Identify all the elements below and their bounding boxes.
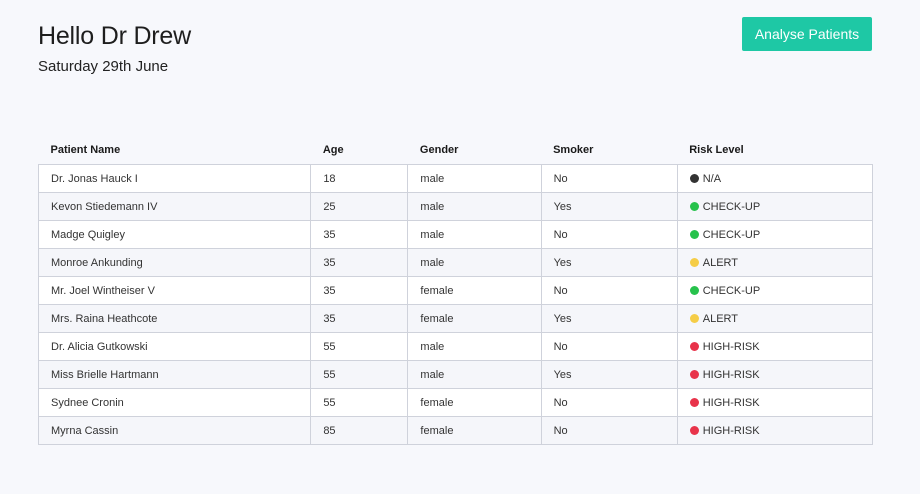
table-body: Dr. Jonas Hauck I 18 male No N/A Kevon Stiede…	[37, 164, 874, 445]
column-header-risk-level: Risk Level	[689, 144, 744, 156]
patient-name-cell: Madge Quigley	[37, 220, 312, 249]
risk-level-label: N/A	[702, 172, 722, 185]
patient-name-cell: Mr. Joel Wintheiser V	[37, 276, 312, 305]
risk-dot-icon	[689, 229, 699, 239]
patient-name-cell: Miss Brielle Hartmann	[37, 360, 312, 389]
smoker-cell: No	[540, 332, 678, 361]
smoker-cell: Yes	[540, 192, 678, 221]
risk-dot-icon	[689, 257, 699, 267]
risk-level-cell: CHECK-UP	[676, 276, 874, 305]
patient-name-cell: Kevon Stiedemann IV	[37, 192, 312, 221]
table-header-row: Patient Name Age Gender Smoker Risk Leve…	[39, 136, 873, 165]
smoker-cell: No	[540, 388, 678, 417]
smoker-cell: Yes	[540, 304, 678, 333]
analyse-patients-button[interactable]: Analyse Patients	[742, 17, 872, 51]
risk-level-label: HIGH-RISK	[702, 396, 760, 409]
table-header: Patient Name Age Gender Smoker Risk Leve…	[39, 136, 873, 165]
smoker-cell: Yes	[540, 248, 678, 277]
table-row[interactable]: Madge Quigley 35 male No CHECK-UP	[37, 220, 874, 249]
gender-cell: male	[407, 192, 542, 221]
patient-name-cell: Dr. Jonas Hauck I	[37, 164, 312, 193]
risk-dot-icon	[689, 397, 699, 407]
risk-level-cell: HIGH-RISK	[676, 416, 874, 445]
table-row[interactable]: Mrs. Raina Heathcote 35 female Yes ALERT	[37, 304, 874, 333]
gender-cell: female	[407, 388, 542, 417]
risk-level-label: CHECK-UP	[702, 228, 761, 241]
risk-dot-icon	[689, 341, 699, 351]
risk-level-cell: CHECK-UP	[676, 192, 874, 221]
risk-level-label: HIGH-RISK	[702, 340, 760, 353]
column-header-patient-name: Patient Name	[50, 144, 121, 156]
smoker-cell: No	[540, 276, 678, 305]
risk-level-cell: ALERT	[676, 248, 874, 277]
column-header-smoker: Smoker	[553, 144, 594, 156]
risk-level-cell: N/A	[676, 164, 874, 193]
risk-dot-icon	[689, 285, 699, 295]
greeting-title: Hello Dr Drew	[38, 22, 191, 50]
risk-level-cell: ALERT	[676, 304, 874, 333]
patient-name-cell: Dr. Alicia Gutkowski	[37, 332, 312, 361]
smoker-cell: No	[540, 220, 678, 249]
age-cell: 35	[310, 220, 409, 249]
table-row[interactable]: Mr. Joel Wintheiser V 35 female No CHECK-UP	[37, 276, 874, 305]
age-cell: 55	[310, 332, 409, 361]
gender-cell: male	[407, 220, 542, 249]
risk-level-label: ALERT	[702, 312, 738, 325]
smoker-cell: No	[540, 164, 678, 193]
table-row[interactable]: Miss Brielle Hartmann 55 male Yes HIGH-RISK	[37, 360, 874, 389]
risk-dot-icon	[689, 425, 699, 435]
risk-level-cell: CHECK-UP	[676, 220, 874, 249]
age-cell: 55	[310, 388, 409, 417]
column-header-age: Age	[322, 144, 344, 156]
column-header-gender: Gender	[419, 144, 459, 156]
gender-cell: male	[407, 248, 542, 277]
age-cell: 35	[310, 248, 409, 277]
table-row[interactable]: Kevon Stiedemann IV 25 male Yes CHECK-UP	[37, 192, 874, 221]
smoker-cell: Yes	[540, 360, 678, 389]
risk-dot-icon	[689, 369, 699, 379]
gender-cell: female	[407, 304, 542, 333]
risk-level-label: HIGH-RISK	[702, 424, 760, 437]
table-row[interactable]: Myrna Cassin 85 female No HIGH-RISK	[37, 416, 874, 445]
risk-level-cell: HIGH-RISK	[676, 360, 874, 389]
patients-table: Patient Name Age Gender Smoker Risk Leve…	[37, 136, 874, 445]
age-cell: 18	[310, 164, 409, 193]
risk-level-cell: HIGH-RISK	[676, 388, 874, 417]
table-row[interactable]: Sydnee Cronin 55 female No HIGH-RISK	[37, 388, 874, 417]
risk-dot-icon	[689, 313, 699, 323]
table-row[interactable]: Dr. Alicia Gutkowski 55 male No HIGH-RISK	[37, 332, 874, 361]
gender-cell: male	[407, 332, 542, 361]
patient-name-cell: Sydnee Cronin	[37, 388, 312, 417]
risk-level-label: ALERT	[702, 256, 738, 269]
patient-name-cell: Mrs. Raina Heathcote	[37, 304, 312, 333]
risk-level-label: CHECK-UP	[702, 284, 761, 297]
age-cell: 25	[310, 192, 409, 221]
risk-level-label: CHECK-UP	[702, 200, 761, 213]
date-label: Saturday 29th June	[38, 58, 169, 75]
gender-cell: male	[407, 164, 542, 193]
patient-name-cell: Monroe Ankunding	[37, 248, 312, 277]
age-cell: 35	[310, 304, 409, 333]
gender-cell: male	[407, 360, 542, 389]
age-cell: 35	[310, 276, 409, 305]
table-row[interactable]: Dr. Jonas Hauck I 18 male No N/A	[37, 164, 874, 193]
risk-dot-icon	[689, 173, 699, 183]
age-cell: 85	[310, 416, 409, 445]
gender-cell: female	[407, 276, 542, 305]
risk-dot-icon	[689, 201, 699, 211]
gender-cell: female	[407, 416, 542, 445]
risk-level-label: HIGH-RISK	[702, 368, 760, 381]
risk-level-cell: HIGH-RISK	[676, 332, 874, 361]
age-cell: 55	[310, 360, 409, 389]
table-row[interactable]: Monroe Ankunding 35 male Yes ALERT	[37, 248, 874, 277]
smoker-cell: No	[540, 416, 678, 445]
patient-name-cell: Myrna Cassin	[37, 416, 312, 445]
